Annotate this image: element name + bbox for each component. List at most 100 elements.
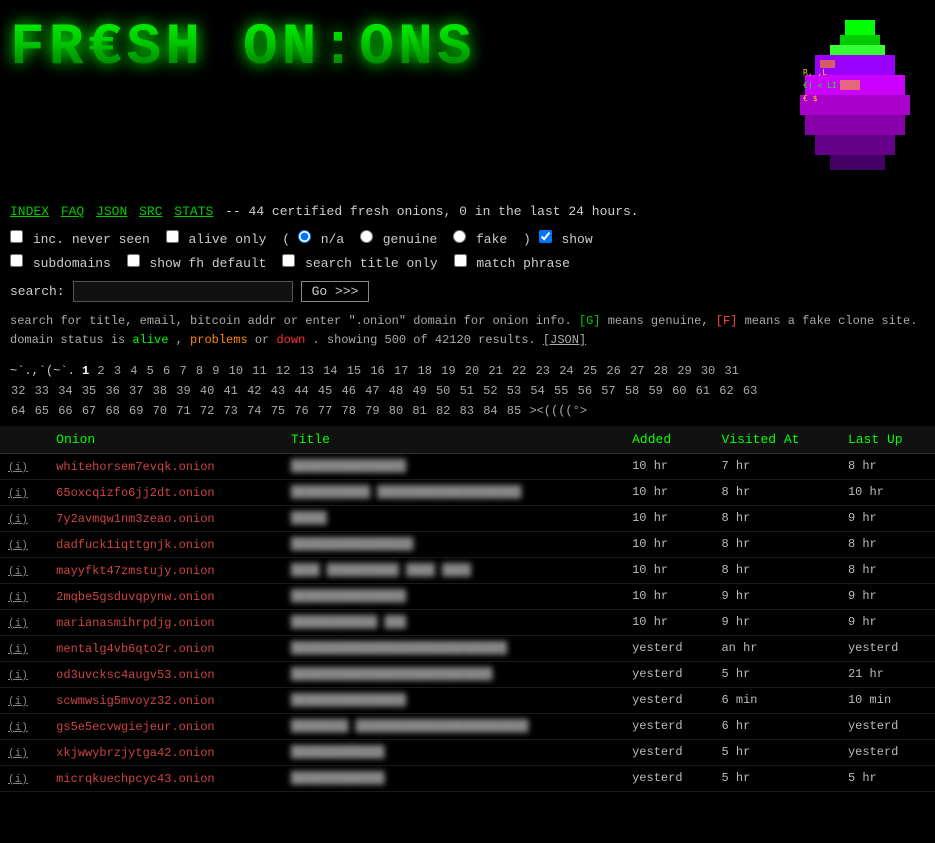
json-link[interactable]: [JSON] xyxy=(543,333,586,347)
opt-inc-never-seen[interactable]: inc. never seen xyxy=(10,232,158,247)
page-58[interactable]: 58 xyxy=(625,384,639,398)
onion-link[interactable]: gs5e5ecvwgiejeur.onion xyxy=(56,720,214,734)
page-49[interactable]: 49 xyxy=(412,384,426,398)
page-34[interactable]: 34 xyxy=(58,384,72,398)
page-65[interactable]: 65 xyxy=(35,404,49,418)
opt-show-fh-default[interactable]: show fh default xyxy=(127,256,275,271)
subdomains-checkbox[interactable] xyxy=(10,254,23,267)
inc-never-seen-checkbox[interactable] xyxy=(10,230,23,243)
page-37[interactable]: 37 xyxy=(129,384,143,398)
info-link[interactable]: (i) xyxy=(8,722,28,734)
page-41[interactable]: 41 xyxy=(223,384,237,398)
page-8[interactable]: 8 xyxy=(196,364,203,378)
radio-na[interactable] xyxy=(298,230,311,243)
info-link[interactable]: (i) xyxy=(8,644,28,656)
page-12[interactable]: 12 xyxy=(276,364,290,378)
onion-link[interactable]: 2mqbe5gsduvqpynw.onion xyxy=(56,590,214,604)
page-44[interactable]: 44 xyxy=(294,384,308,398)
page-18[interactable]: 18 xyxy=(418,364,432,378)
page-67[interactable]: 67 xyxy=(82,404,96,418)
page-31[interactable]: 31 xyxy=(724,364,738,378)
page-5[interactable]: 5 xyxy=(147,364,154,378)
page-62[interactable]: 62 xyxy=(719,384,733,398)
page-14[interactable]: 14 xyxy=(323,364,337,378)
show-fh-default-checkbox[interactable] xyxy=(127,254,140,267)
page-66[interactable]: 66 xyxy=(58,404,72,418)
page-36[interactable]: 36 xyxy=(105,384,119,398)
page-63[interactable]: 63 xyxy=(743,384,757,398)
page-80[interactable]: 80 xyxy=(389,404,403,418)
page-25[interactable]: 25 xyxy=(583,364,597,378)
info-link[interactable]: (i) xyxy=(8,462,28,474)
onion-link[interactable]: 7y2avmqw1nm3zeao.onion xyxy=(56,512,214,526)
page-81[interactable]: 81 xyxy=(412,404,426,418)
show-checkbox[interactable] xyxy=(539,230,552,243)
page-72[interactable]: 72 xyxy=(200,404,214,418)
page-68[interactable]: 68 xyxy=(105,404,119,418)
opt-alive-only[interactable]: alive only xyxy=(166,232,275,247)
page-19[interactable]: 19 xyxy=(441,364,455,378)
page-50[interactable]: 50 xyxy=(436,384,450,398)
opt-radio-na[interactable]: n/a xyxy=(298,232,352,247)
page-38[interactable]: 38 xyxy=(153,384,167,398)
info-link[interactable]: (i) xyxy=(8,670,28,682)
page-39[interactable]: 39 xyxy=(176,384,190,398)
page-48[interactable]: 48 xyxy=(389,384,403,398)
page-11[interactable]: 11 xyxy=(252,364,266,378)
page-10[interactable]: 10 xyxy=(229,364,243,378)
onion-link[interactable]: marianasmihrpdjg.onion xyxy=(56,616,214,630)
page-70[interactable]: 70 xyxy=(153,404,167,418)
page-33[interactable]: 33 xyxy=(35,384,49,398)
page-9[interactable]: 9 xyxy=(212,364,219,378)
onion-link[interactable]: mayyfkt47zmstujy.onion xyxy=(56,564,214,578)
page-56[interactable]: 56 xyxy=(578,384,592,398)
match-phrase-checkbox[interactable] xyxy=(454,254,467,267)
page-79[interactable]: 79 xyxy=(365,404,379,418)
page-45[interactable]: 45 xyxy=(318,384,332,398)
page-32[interactable]: 32 xyxy=(11,384,25,398)
info-link[interactable]: (i) xyxy=(8,540,28,552)
page-13[interactable]: 13 xyxy=(300,364,314,378)
nav-index[interactable]: INDEX xyxy=(10,204,49,219)
alive-only-checkbox[interactable] xyxy=(166,230,179,243)
page-69[interactable]: 69 xyxy=(129,404,143,418)
opt-search-title-only[interactable]: search title only xyxy=(282,256,445,271)
radio-fake[interactable] xyxy=(453,230,466,243)
page-59[interactable]: 59 xyxy=(648,384,662,398)
page-42[interactable]: 42 xyxy=(247,384,261,398)
page-27[interactable]: 27 xyxy=(630,364,644,378)
page-57[interactable]: 57 xyxy=(601,384,615,398)
nav-json[interactable]: JSON xyxy=(96,204,127,219)
opt-radio-genuine[interactable]: genuine xyxy=(360,232,445,247)
search-input[interactable] xyxy=(73,281,293,302)
page-15[interactable]: 15 xyxy=(347,364,361,378)
page-28[interactable]: 28 xyxy=(654,364,668,378)
onion-link[interactable]: xkjwwybrzjytga42.onion xyxy=(56,746,214,760)
opt-subdomains[interactable]: subdomains xyxy=(10,256,119,271)
page-85[interactable]: 85 xyxy=(507,404,521,418)
page-7[interactable]: 7 xyxy=(179,364,186,378)
page-2[interactable]: 2 xyxy=(97,364,104,378)
onion-link[interactable]: dadfuck1iqttgnjk.onion xyxy=(56,538,214,552)
page-51[interactable]: 51 xyxy=(460,384,474,398)
page-55[interactable]: 55 xyxy=(554,384,568,398)
page-77[interactable]: 77 xyxy=(318,404,332,418)
page-78[interactable]: 78 xyxy=(342,404,356,418)
page-74[interactable]: 74 xyxy=(247,404,261,418)
page-84[interactable]: 84 xyxy=(483,404,497,418)
page-30[interactable]: 30 xyxy=(701,364,715,378)
search-button[interactable]: Go >>> xyxy=(301,281,370,302)
onion-link[interactable]: whitehorsem7evqk.onion xyxy=(56,460,214,474)
info-link[interactable]: (i) xyxy=(8,566,28,578)
page-43[interactable]: 43 xyxy=(271,384,285,398)
nav-faq[interactable]: FAQ xyxy=(61,204,84,219)
page-24[interactable]: 24 xyxy=(559,364,573,378)
page-83[interactable]: 83 xyxy=(460,404,474,418)
nav-src[interactable]: SRC xyxy=(139,204,162,219)
radio-genuine[interactable] xyxy=(360,230,373,243)
onion-link[interactable]: mentalg4vb6qto2r.onion xyxy=(56,642,214,656)
page-82[interactable]: 82 xyxy=(436,404,450,418)
info-link[interactable]: (i) xyxy=(8,488,28,500)
info-link[interactable]: (i) xyxy=(8,618,28,630)
page-54[interactable]: 54 xyxy=(530,384,544,398)
